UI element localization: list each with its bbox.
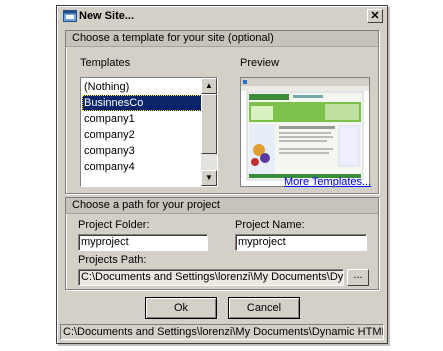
templates-list: (Nothing) BusinnesCo company1 company2 compa… [82, 79, 202, 175]
template-list-item[interactable]: company1 [82, 111, 202, 127]
preview-label: Preview [240, 57, 280, 69]
browse-button[interactable]: ... [347, 269, 369, 286]
preview-thumbnail-image [241, 78, 369, 186]
close-button[interactable]: ✕ [367, 9, 383, 23]
ok-button[interactable]: Ok [145, 297, 217, 319]
status-bar: C:\Documents and Settings\lorenzi\My Doc… [60, 324, 384, 340]
template-preview [240, 77, 370, 187]
scroll-thumb[interactable] [201, 94, 217, 154]
scroll-up-button[interactable]: ▲ [201, 78, 217, 94]
window-title: New Site... [79, 10, 135, 22]
new-site-dialog: New Site... ✕ Choose a template for your… [56, 5, 388, 344]
projects-path-input[interactable]: C:\Documents and Settings\lorenzi\My Doc… [78, 269, 344, 286]
template-group-header: Choose a template for your site (optiona… [66, 31, 378, 47]
path-group: Choose a path for your project Project F… [65, 197, 379, 290]
template-list-item[interactable]: (Nothing) [82, 79, 202, 95]
app-icon [63, 10, 77, 22]
projects-path-label: Projects Path: [78, 254, 147, 266]
template-list-item[interactable]: company4 [82, 159, 202, 175]
title-bar[interactable]: New Site... ✕ [59, 8, 385, 26]
project-folder-input[interactable]: myproject [78, 234, 208, 251]
project-name-label: Project Name: [235, 219, 305, 231]
project-name-input[interactable]: myproject [235, 234, 367, 251]
templates-label: Templates [80, 57, 131, 69]
template-list-item[interactable]: BusinnesCo [82, 95, 202, 111]
more-templates-link[interactable]: More Templates... [284, 176, 371, 188]
scroll-down-button[interactable]: ▼ [201, 170, 217, 186]
template-group: Choose a template for your site (optiona… [65, 30, 379, 194]
template-list-item[interactable]: company2 [82, 127, 202, 143]
templates-listbox[interactable]: (Nothing) BusinnesCo company1 company2 compa… [80, 77, 218, 187]
path-group-header: Choose a path for your project [66, 198, 378, 214]
template-list-item[interactable]: company3 [82, 143, 202, 159]
listbox-scrollbar[interactable]: ▲ ▼ [201, 78, 217, 186]
cancel-button[interactable]: Cancel [228, 297, 300, 319]
project-folder-label: Project Folder: [78, 219, 150, 231]
